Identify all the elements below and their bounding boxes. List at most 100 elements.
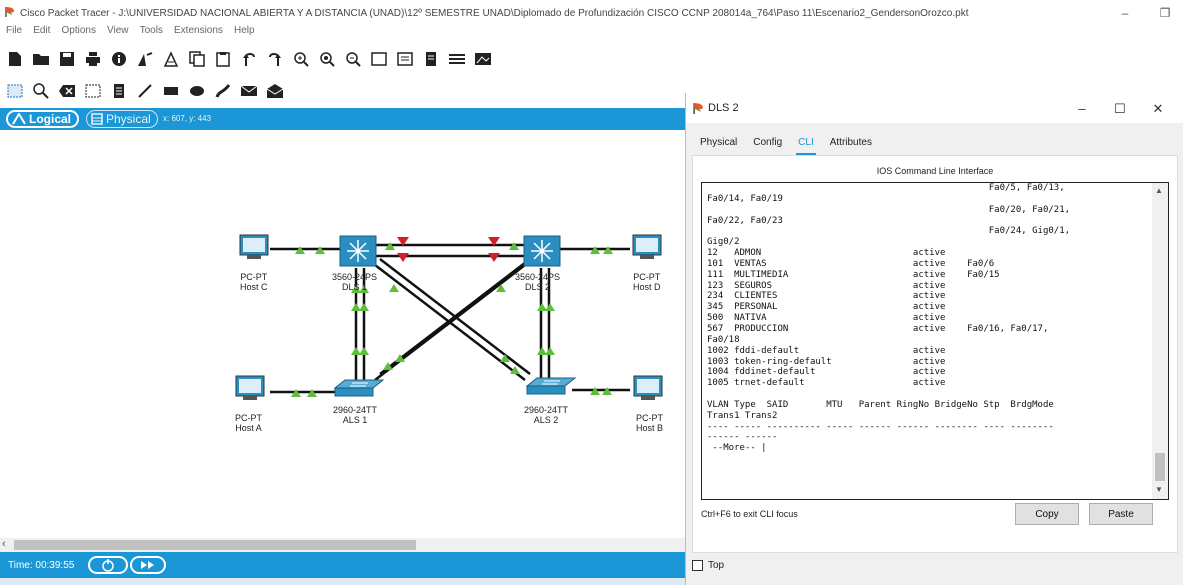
activity-wizard-icon[interactable] [134,48,156,70]
als2-switch-icon[interactable] [525,377,577,395]
save-icon[interactable] [56,48,78,70]
menu-help[interactable]: Help [234,25,255,36]
top-checkbox[interactable]: Top [692,560,724,571]
pdu-list-icon[interactable] [446,48,468,70]
copy-icon[interactable] [186,48,208,70]
dls2-switch-icon[interactable] [523,235,561,267]
als1-switch-icon[interactable] [333,379,385,397]
top-checkbox-box[interactable] [692,560,703,571]
redo-icon[interactable] [264,48,286,70]
tab-physical-label: Physical [106,112,151,126]
network-info-icon[interactable] [160,48,182,70]
zoom-in-icon[interactable] [290,48,312,70]
scroll-left-icon[interactable]: ‹ [2,538,6,550]
drawing-palette-icon[interactable] [368,48,390,70]
select-icon[interactable] [4,80,26,102]
cursor-coordinates: x: 607, y: 443 [163,114,212,123]
cli-scrollbar-thumb[interactable] [1155,453,1165,481]
host-a-pc-icon[interactable] [235,375,265,400]
simulation-time: Time: 00:39:55 [8,560,75,571]
dls1-label: 3560-24PS DLS 1 [332,272,378,292]
resize-icon[interactable] [82,80,104,102]
scroll-down-icon[interactable]: ▼ [1155,485,1163,494]
dls2-window-titlebar: DLS 2 – ☐ ✕ [686,93,1183,123]
host-a-label: PC-PT Host A [235,413,262,433]
cli-focus-hint: Ctrl+F6 to exit CLI focus [701,509,798,519]
packet-tracer-icon [5,7,14,17]
undo-icon[interactable] [238,48,260,70]
cli-heading: IOS Command Line Interface [876,166,994,176]
open-folder-icon[interactable] [30,48,52,70]
dls2-label: 3560-24PS DLS 2 [515,272,561,292]
cli-terminal[interactable]: Fa0/5, Fa0/13, Fa0/14, Fa0/19 Fa0/20, Fa… [701,182,1169,500]
place-note-icon[interactable] [108,80,130,102]
draw-ellipse-icon[interactable] [186,80,208,102]
top-checkbox-label: Top [708,560,725,571]
zoom-reset-icon[interactable] [316,48,338,70]
dls2-maximize-button[interactable]: ☐ [1106,99,1134,119]
dls2-close-button[interactable]: ✕ [1144,99,1172,119]
logical-workspace-canvas[interactable] [0,130,685,535]
menu-bar: File Edit Options View Tools Extensions … [0,24,257,40]
fast-forward-button[interactable] [130,556,166,574]
menu-tools[interactable]: Tools [140,25,163,36]
fast-forward-icon [141,561,154,569]
tab-physical[interactable]: Physical [86,110,158,128]
tab-attributes[interactable]: Attributes [822,133,880,153]
host-c-pc-icon[interactable] [239,234,269,259]
host-b-pc-icon[interactable] [633,375,663,400]
paste-icon[interactable] [212,48,234,70]
menu-view[interactable]: View [107,25,129,36]
draw-rectangle-icon[interactable] [160,80,182,102]
device-palette-strip [0,578,685,585]
tab-logical[interactable]: Logical [6,110,80,128]
minimize-button[interactable]: – [1110,4,1140,22]
topology-diagram [235,234,663,400]
power-cycle-icon [102,559,114,572]
host-b-label: PC-PT Host B [636,413,664,433]
scrollbar-thumb[interactable] [14,540,416,550]
dls2-window-title: DLS 2 [708,102,739,114]
menu-options[interactable]: Options [61,25,95,36]
als1-label: 2960-24TT ALS 1 [333,405,378,425]
tab-physical-config[interactable]: Physical [692,133,745,153]
host-c-label: PC-PT Host C [240,272,268,292]
host-d-pc-icon[interactable] [632,234,662,259]
image-icon[interactable] [472,48,494,70]
draw-line-icon[interactable] [134,80,156,102]
notes-icon[interactable] [420,48,442,70]
dls2-minimize-button[interactable]: – [1068,99,1096,119]
freeform-icon[interactable] [212,80,234,102]
scroll-up-icon[interactable]: ▲ [1155,186,1163,195]
power-cycle-button[interactable] [88,556,128,574]
zoom-out-icon[interactable] [342,48,364,70]
title-bar: Cisco Packet Tracer - J:\UNIVERSIDAD NAC… [0,0,1183,22]
tab-cli[interactable]: CLI [790,133,822,155]
add-complex-pdu-icon[interactable] [264,80,286,102]
menu-file[interactable]: File [6,25,22,36]
tools-toolbar [0,78,286,104]
maximize-button[interactable]: ❐ [1150,4,1180,22]
logical-icon [12,113,26,125]
cli-output[interactable]: Fa0/5, Fa0/13, Fa0/14, Fa0/19 Fa0/20, Fa… [707,183,1147,454]
als2-label: 2960-24TT ALS 2 [524,405,569,425]
custom-devices-icon[interactable] [394,48,416,70]
workspace-horizontal-scrollbar[interactable]: ‹ [0,538,685,552]
cli-vertical-scrollbar[interactable]: ▲ ▼ [1152,183,1168,499]
packet-tracer-app: Cisco Packet Tracer - J:\UNIVERSIDAD NAC… [0,0,1183,585]
menu-extensions[interactable]: Extensions [174,25,223,36]
delete-icon[interactable] [56,80,78,102]
link-down-lights [397,237,500,262]
info-icon[interactable] [108,48,130,70]
copy-button[interactable]: Copy [1015,503,1079,525]
inspect-icon[interactable] [30,80,52,102]
new-file-icon[interactable] [4,48,26,70]
packet-tracer-icon [693,103,703,114]
add-simple-pdu-icon[interactable] [238,80,260,102]
print-icon[interactable] [82,48,104,70]
paste-button[interactable]: Paste [1089,503,1153,525]
menu-edit[interactable]: Edit [33,25,50,36]
tab-config[interactable]: Config [745,133,790,153]
dls2-tabs: Physical Config CLI Attributes [692,133,880,155]
dls1-switch-icon[interactable] [339,235,377,267]
